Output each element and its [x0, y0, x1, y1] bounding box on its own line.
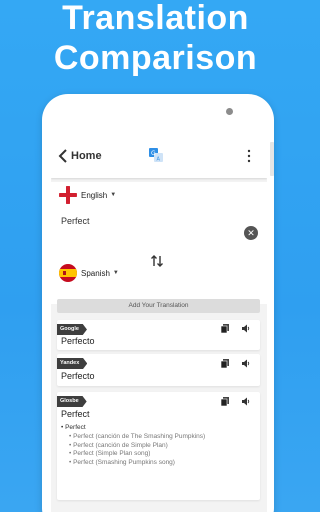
result-card-google: Google Perfecto: [57, 320, 260, 350]
spain-flag-icon: [59, 264, 77, 282]
phone-side-button: [270, 142, 274, 176]
add-translation-button[interactable]: Add Your Translation: [57, 299, 260, 313]
source-card: English ▼ Perfect ✕ Spanish ▼: [51, 182, 267, 304]
camera-icon: [226, 108, 233, 115]
promo-title-line2: Comparison: [53, 39, 258, 77]
engine-tag: Yandex: [57, 358, 88, 369]
copy-icon[interactable]: [221, 359, 229, 368]
dictionary-list: • Perfect • Perfect (canción de The Smas…: [61, 424, 205, 467]
result-card-yandex: Yandex Perfecto: [57, 354, 260, 386]
svg-text:A: A: [157, 157, 161, 163]
result-text: Perfecto: [61, 336, 95, 346]
result-card-glosbe: Glosbe Perfect • Perfect • Perfect (canc…: [57, 392, 260, 500]
speaker-icon[interactable]: [242, 359, 251, 368]
promo-title-line1: Translation: [62, 0, 249, 37]
dictionary-head: • Perfect: [61, 424, 86, 431]
page-title: Home: [71, 150, 102, 162]
close-icon[interactable]: ✕: [244, 226, 258, 240]
source-text-input[interactable]: Perfect: [61, 216, 90, 226]
svg-text:G: G: [151, 150, 156, 157]
target-language-label: Spanish: [81, 268, 110, 278]
app-screen: Home G A English ▼ Perfect ✕ Spanish ▼ A…: [51, 134, 267, 512]
speaker-icon[interactable]: [242, 397, 251, 406]
result-text: Perfecto: [61, 371, 95, 381]
copy-icon[interactable]: [221, 324, 229, 333]
copy-icon[interactable]: [221, 397, 229, 406]
list-item: • Perfect (Simple Plan song): [69, 450, 151, 457]
source-language-label: English: [81, 190, 108, 200]
app-bar: Home G A: [51, 134, 267, 178]
engine-tag: Glosbe: [57, 396, 87, 407]
chevron-down-icon: ▼: [112, 270, 119, 276]
speaker-icon[interactable]: [242, 324, 251, 333]
more-vertical-icon[interactable]: [247, 149, 251, 163]
list-item: • Perfect (canción de The Smashing Pumpk…: [69, 433, 206, 440]
chevron-down-icon: ▼: [110, 192, 117, 198]
target-language-selector[interactable]: Spanish ▼: [59, 264, 119, 282]
chevron-left-icon[interactable]: [57, 148, 69, 164]
translate-icon: G A: [149, 148, 163, 162]
england-flag-icon: [59, 186, 77, 204]
swap-vertical-icon[interactable]: [150, 254, 164, 268]
list-item: • Perfect (canción de Simple Plan): [69, 441, 168, 449]
result-text: Perfect: [61, 409, 90, 419]
source-language-selector[interactable]: English ▼: [59, 186, 116, 204]
list-item: • Perfect (Smashing Pumpkins song): [69, 458, 175, 466]
engine-tag: Google: [57, 324, 87, 335]
